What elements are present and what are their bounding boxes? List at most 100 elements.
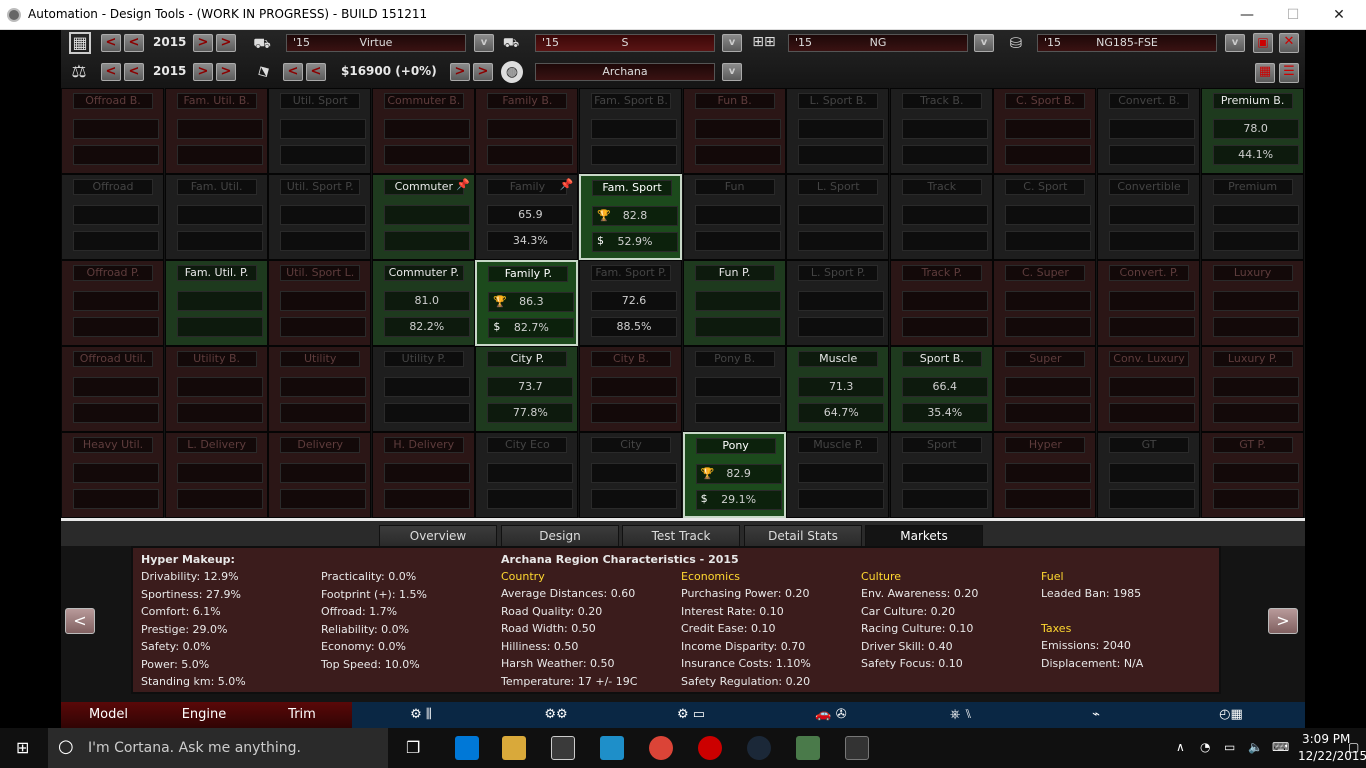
model-dropdown-button[interactable]: v xyxy=(474,34,494,52)
market-cell[interactable]: Utility P. xyxy=(371,346,475,432)
battery-icon[interactable]: ▭ xyxy=(1224,740,1235,754)
body-dropdown-button[interactable]: v xyxy=(974,34,994,52)
model-select[interactable]: '15 Virtue xyxy=(286,34,466,52)
store-icon[interactable] xyxy=(551,736,575,760)
market-cell[interactable]: Commuter B. xyxy=(371,88,475,174)
year2-next-fast-button[interactable]: > xyxy=(216,63,236,81)
market-cell[interactable]: Fam. Sport B. xyxy=(579,88,682,174)
market-cell[interactable]: Premium B. 78.0 44.1% xyxy=(1200,88,1304,174)
market-cell[interactable]: Fam. Util. P. xyxy=(164,260,268,346)
market-cell[interactable]: C. Sport xyxy=(993,174,1097,260)
market-cell[interactable]: Util. Sport P. xyxy=(268,174,372,260)
market-cell[interactable]: L. Delivery xyxy=(164,432,268,518)
tab-markets[interactable]: Markets xyxy=(865,525,983,547)
interior-icon[interactable]: ⎈ ⑊ xyxy=(931,702,991,728)
nav-trim[interactable]: Trim xyxy=(252,702,352,728)
market-cell[interactable]: Premium xyxy=(1200,174,1304,260)
market-cell[interactable]: Pony B. xyxy=(682,346,786,432)
market-cell[interactable]: Utility xyxy=(268,346,372,432)
market-cell[interactable]: Convert. P. xyxy=(1097,260,1200,346)
close-icon[interactable]: ✕ xyxy=(1279,33,1299,53)
year-next-button[interactable]: > xyxy=(193,34,213,52)
task-view-icon[interactable]: ❐ xyxy=(406,738,420,757)
market-cell[interactable]: Sport B. 66.4 35.4% xyxy=(889,346,993,432)
region-dropdown-button[interactable]: v xyxy=(722,63,742,81)
edge-icon[interactable] xyxy=(455,736,479,760)
region-select[interactable]: Archana xyxy=(535,63,715,81)
market-cell[interactable]: Util. Sport xyxy=(268,88,372,174)
market-cell[interactable]: City P. 73.7 77.8% xyxy=(475,346,579,432)
tray-chevron-icon[interactable]: ∧ xyxy=(1176,740,1185,754)
tab-design[interactable]: Design xyxy=(501,525,619,547)
save-icon[interactable]: ▣ xyxy=(1253,33,1273,53)
market-cell[interactable]: L. Sport B. xyxy=(786,88,890,174)
market-cell[interactable]: Fun B. xyxy=(682,88,786,174)
market-cell[interactable]: City xyxy=(579,432,682,518)
market-cell[interactable]: Family 65.9 34.3% 📌 xyxy=(475,174,579,260)
market-cell[interactable]: Heavy Util. xyxy=(61,432,164,518)
market-cell[interactable]: Track xyxy=(889,174,993,260)
tuning-icon[interactable]: ⌁ xyxy=(1081,702,1111,728)
market-cell[interactable]: Delivery xyxy=(268,432,372,518)
price-prev-button[interactable]: < xyxy=(306,63,326,81)
drivetrain-icon[interactable]: ⚙ ⫼ xyxy=(396,702,446,728)
market-cell[interactable]: C. Sport B. xyxy=(993,88,1097,174)
market-cell[interactable]: City Eco xyxy=(475,432,579,518)
market-cell[interactable]: Muscle P. xyxy=(786,432,890,518)
market-cell[interactable]: Offroad B. xyxy=(61,88,164,174)
market-cell[interactable]: Super xyxy=(993,346,1097,432)
year-prev-fast-button[interactable]: < xyxy=(101,34,121,52)
testing-icon[interactable]: ◴▦ xyxy=(1206,702,1256,728)
year-prev-button[interactable]: < xyxy=(124,34,144,52)
market-cell[interactable]: Pony 82.9 🏆 29.1% $ xyxy=(682,432,786,518)
list-view-icon[interactable]: ☰ xyxy=(1279,63,1299,83)
market-cell[interactable]: Track P. xyxy=(889,260,993,346)
market-cell[interactable]: Fam. Sport 82.8 🏆 52.9% $ xyxy=(579,174,682,260)
price-prev-fast-button[interactable]: < xyxy=(283,63,303,81)
keyboard-icon[interactable]: ⌨ xyxy=(1272,740,1289,754)
trim-dropdown-button[interactable]: v xyxy=(722,34,742,52)
automation-icon[interactable] xyxy=(796,736,820,760)
explorer-icon[interactable] xyxy=(502,736,526,760)
market-cell[interactable]: C. Super xyxy=(993,260,1097,346)
market-cell[interactable]: Muscle 71.3 64.7% xyxy=(786,346,890,432)
market-cell[interactable]: H. Delivery xyxy=(371,432,475,518)
year2-prev-button[interactable]: < xyxy=(124,63,144,81)
market-cell[interactable]: GT P. xyxy=(1200,432,1304,518)
volume-icon[interactable]: 🔈 xyxy=(1248,740,1263,754)
market-cell[interactable]: Hyper xyxy=(993,432,1097,518)
market-cell[interactable]: Convertible xyxy=(1097,174,1200,260)
close-window-button[interactable]: ✕ xyxy=(1328,4,1350,26)
maximize-button[interactable]: ☐ xyxy=(1282,4,1304,26)
panel-prev-button[interactable]: < xyxy=(65,608,95,634)
market-cell[interactable]: Sport xyxy=(889,432,993,518)
market-cell[interactable]: Fam. Util. B. xyxy=(164,88,268,174)
cortana-search[interactable]: ○ I'm Cortana. Ask me anything. xyxy=(48,728,388,768)
year2-prev-fast-button[interactable]: < xyxy=(101,63,121,81)
pin-icon[interactable]: 📌 xyxy=(560,178,574,191)
chrome-icon[interactable] xyxy=(649,736,673,760)
market-cell[interactable]: Convert. B. xyxy=(1097,88,1200,174)
price-next-fast-button[interactable]: > xyxy=(473,63,493,81)
market-cell[interactable]: Luxury xyxy=(1200,260,1304,346)
market-cell[interactable]: L. Sport P. xyxy=(786,260,890,346)
app-icon-2[interactable] xyxy=(600,736,624,760)
market-cell[interactable]: Fun xyxy=(682,174,786,260)
minimize-button[interactable]: — xyxy=(1236,4,1258,26)
market-cell[interactable]: Commuter P. 81.0 82.2% xyxy=(371,260,475,346)
market-cell[interactable]: Conv. Luxury xyxy=(1097,346,1200,432)
year2-next-button[interactable]: > xyxy=(193,63,213,81)
market-cell[interactable]: Fam. Sport P. 72.6 88.5% xyxy=(579,260,682,346)
power-app-icon[interactable] xyxy=(698,736,722,760)
notepad-icon[interactable] xyxy=(845,736,869,760)
steam-icon[interactable] xyxy=(747,736,771,760)
body-select[interactable]: '15 NG xyxy=(788,34,968,52)
market-cell[interactable]: Luxury P. xyxy=(1200,346,1304,432)
grid-view-icon[interactable]: ▦ xyxy=(1255,63,1275,83)
market-cell[interactable]: Offroad xyxy=(61,174,164,260)
market-cell[interactable]: Family B. xyxy=(475,88,579,174)
market-cell[interactable]: Util. Sport L. xyxy=(268,260,372,346)
tab-overview[interactable]: Overview xyxy=(379,525,497,547)
suspension-icon[interactable]: ⚙ ▭ xyxy=(661,702,721,728)
year-next-fast-button[interactable]: > xyxy=(216,34,236,52)
